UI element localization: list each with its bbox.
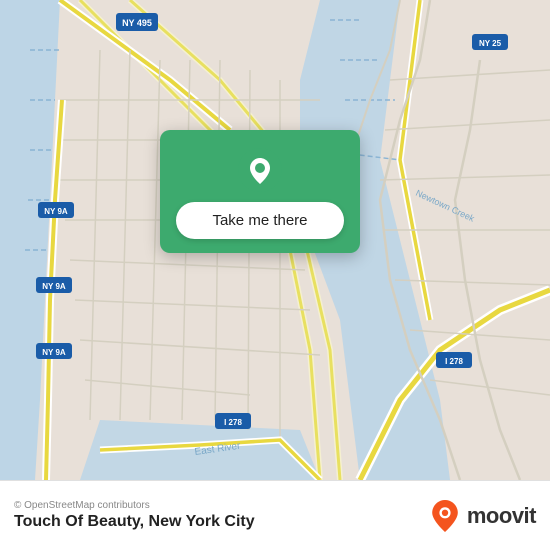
svg-text:NY 9A: NY 9A bbox=[42, 348, 66, 357]
svg-text:NY 25: NY 25 bbox=[479, 39, 502, 48]
map-container[interactable]: N NY 495 NY 9A NY 9A NY 9A NY 25 I 278 I… bbox=[0, 0, 550, 480]
svg-text:I 278: I 278 bbox=[224, 418, 242, 427]
moovit-brand-text: moovit bbox=[467, 503, 536, 529]
location-name: Touch Of Beauty, New York City bbox=[14, 513, 255, 531]
attribution-text: © OpenStreetMap contributors bbox=[14, 500, 255, 511]
bottom-left-info: © OpenStreetMap contributors Touch Of Be… bbox=[14, 500, 255, 531]
svg-text:NY 9A: NY 9A bbox=[44, 207, 68, 216]
bottom-bar: © OpenStreetMap contributors Touch Of Be… bbox=[0, 480, 550, 550]
svg-text:NY 9A: NY 9A bbox=[42, 282, 66, 291]
take-me-there-button[interactable]: Take me there bbox=[176, 202, 344, 239]
svg-text:I 278: I 278 bbox=[445, 357, 463, 366]
map-popup: Take me there bbox=[160, 130, 360, 253]
location-pin-icon bbox=[238, 148, 282, 192]
moovit-logo: moovit bbox=[429, 500, 536, 532]
moovit-pin-icon bbox=[429, 500, 461, 532]
svg-text:NY 495: NY 495 bbox=[122, 18, 152, 28]
